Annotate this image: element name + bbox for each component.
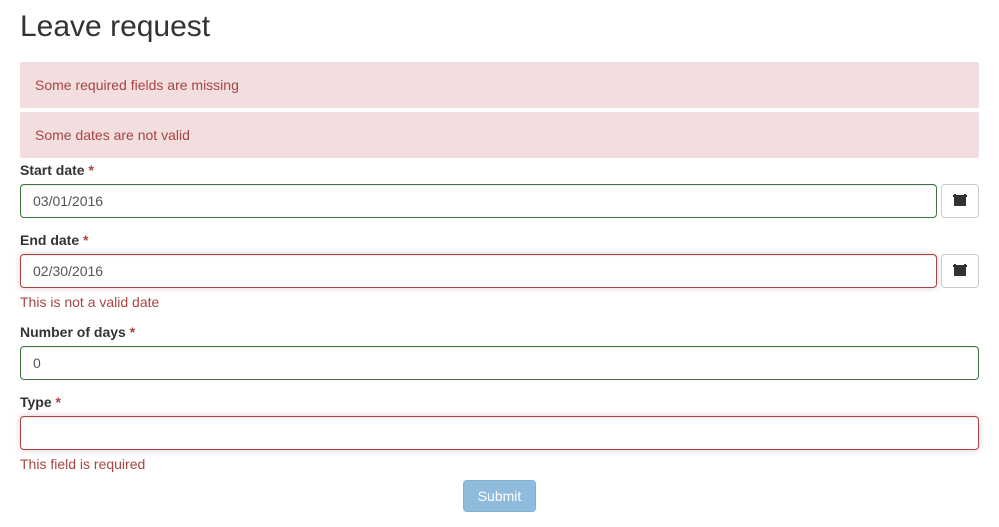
end-date-calendar-button[interactable] <box>941 254 979 288</box>
end-date-label: End date * <box>20 232 979 248</box>
end-date-error: This is not a valid date <box>20 294 979 310</box>
calendar-icon <box>953 193 967 210</box>
number-of-days-input[interactable] <box>20 346 979 380</box>
start-date-input[interactable] <box>20 184 937 218</box>
end-date-group: End date * This is not a valid date <box>20 232 979 310</box>
number-of-days-label: Number of days * <box>20 324 979 340</box>
type-error: This field is required <box>20 456 979 472</box>
start-date-calendar-button[interactable] <box>941 184 979 218</box>
page-title: Leave request <box>20 10 979 44</box>
type-label: Type * <box>20 394 979 410</box>
submit-button[interactable]: Submit <box>463 480 537 512</box>
number-of-days-group: Number of days * <box>20 324 979 380</box>
end-date-input[interactable] <box>20 254 937 288</box>
start-date-group: Start date * <box>20 162 979 218</box>
start-date-label: Start date * <box>20 162 979 178</box>
alert-missing-fields: Some required fields are missing <box>20 62 979 108</box>
type-input[interactable] <box>20 416 979 450</box>
alert-invalid-dates: Some dates are not valid <box>20 112 979 158</box>
type-group: Type * This field is required <box>20 394 979 472</box>
calendar-icon <box>953 263 967 280</box>
